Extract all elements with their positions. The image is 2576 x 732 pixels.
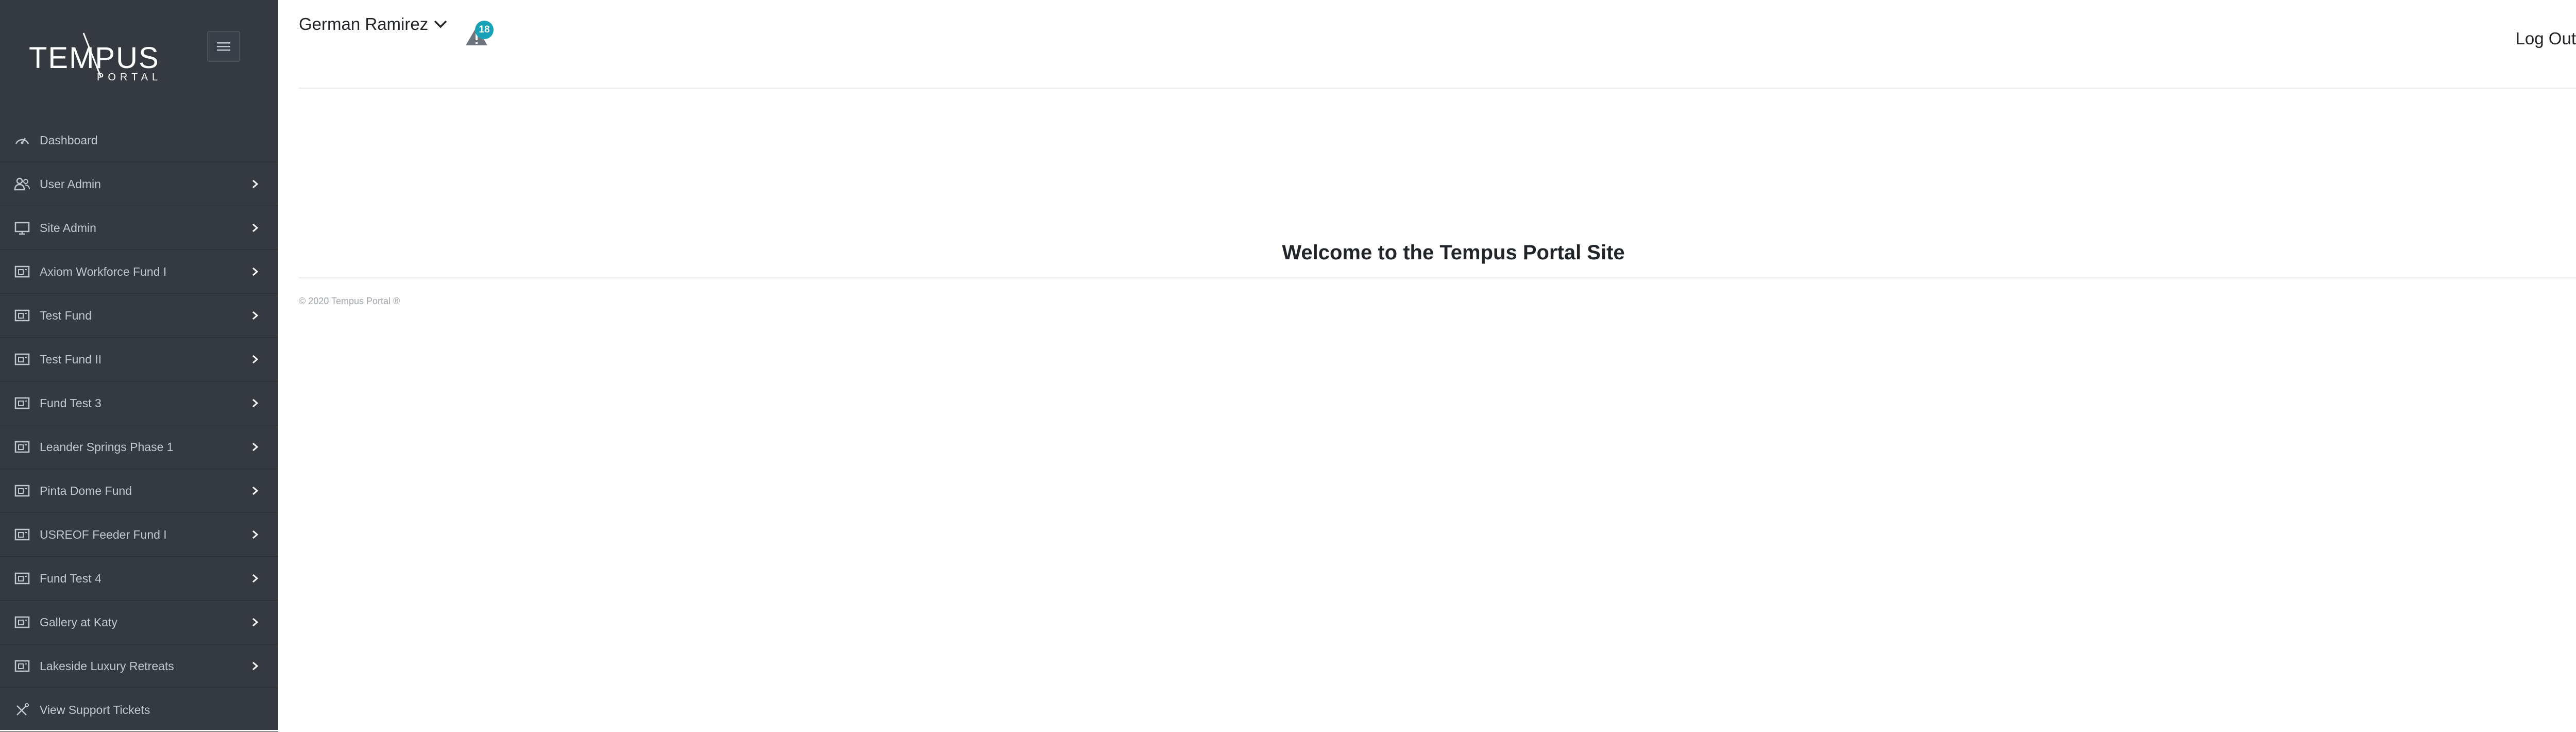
sidebar-nav: Dashboard User Admin Site Admin Axiom Workf… <box>0 119 278 732</box>
sidebar: TEMPUS PORTAL Dashboard User Admin Site Ad… <box>0 0 278 732</box>
svg-text:PORTAL: PORTAL <box>97 72 162 82</box>
sidebar-item-view-support-tickets[interactable]: View Support Tickets <box>0 688 278 732</box>
sidebar-item-lakeside-luxury-retreats[interactable]: Lakeside Luxury Retreats <box>0 644 278 688</box>
sidebar-item-fund-test-3[interactable]: Fund Test 3 <box>0 381 278 425</box>
sidebar-item-dashboard[interactable]: Dashboard <box>0 119 278 162</box>
sidebar-item-label: Fund Test 3 <box>40 396 101 410</box>
sidebar-item-label: USREOF Feeder Fund I <box>40 527 167 541</box>
chevron-right-icon <box>252 267 259 276</box>
logout-link[interactable]: Log Out <box>2516 29 2576 48</box>
chevron-right-icon <box>252 530 259 539</box>
fund-box-icon <box>14 616 30 628</box>
sidebar-item-label: Leander Springs Phase 1 <box>40 440 174 454</box>
monitor-icon <box>14 222 30 235</box>
sidebar-item-label: Fund Test 4 <box>40 571 101 585</box>
sidebar-item-leander-springs-phase-1[interactable]: Leander Springs Phase 1 <box>0 425 278 469</box>
fund-box-icon <box>14 353 30 365</box>
tempus-portal-logo[interactable]: TEMPUS PORTAL <box>29 31 168 82</box>
sidebar-item-test-fund[interactable]: Test Fund <box>0 294 278 338</box>
tools-icon <box>16 703 29 716</box>
sidebar-item-label: Dashboard <box>40 133 98 147</box>
fund-box-icon <box>14 485 30 497</box>
chevron-right-icon <box>252 311 259 320</box>
menu-toggle-button[interactable] <box>207 31 240 62</box>
sidebar-item-label: Axiom Workforce Fund I <box>40 264 167 278</box>
fund-box-icon <box>14 309 30 322</box>
welcome-heading: Welcome to the Tempus Portal Site <box>1282 241 1625 264</box>
chevron-right-icon <box>252 661 259 671</box>
footer-divider <box>299 277 2576 278</box>
users-icon <box>14 177 30 191</box>
fund-box-icon <box>14 572 30 585</box>
fund-box-icon <box>14 397 30 409</box>
svg-text:TEMPUS: TEMPUS <box>29 41 160 75</box>
sidebar-item-label: Site Admin <box>40 221 96 235</box>
fund-box-icon <box>14 528 30 541</box>
sidebar-item-pinta-dome-fund[interactable]: Pinta Dome Fund <box>0 469 278 513</box>
sidebar-item-test-fund-ii[interactable]: Test Fund II <box>0 338 278 381</box>
sidebar-item-label: Lakeside Luxury Retreats <box>40 659 174 673</box>
sidebar-item-user-admin[interactable]: User Admin <box>0 162 278 206</box>
user-menu[interactable]: German Ramirez <box>299 14 448 34</box>
chevron-right-icon <box>252 442 259 452</box>
sidebar-item-fund-test-4[interactable]: Fund Test 4 <box>0 557 278 601</box>
sidebar-item-label: Test Fund II <box>40 352 102 366</box>
chevron-right-icon <box>252 398 259 408</box>
chevron-down-icon <box>434 20 447 28</box>
sidebar-item-site-admin[interactable]: Site Admin <box>0 206 278 250</box>
footer-copyright: © 2020 Tempus Portal ® <box>299 296 400 306</box>
sidebar-item-gallery-at-katy[interactable]: Gallery at Katy <box>0 601 278 644</box>
header-divider <box>299 88 2576 89</box>
sidebar-item-label: Test Fund <box>40 308 92 322</box>
chevron-right-icon <box>252 179 259 189</box>
chevron-right-icon <box>252 574 259 583</box>
fund-box-icon <box>14 660 30 672</box>
speedometer-icon <box>15 138 29 144</box>
fund-box-icon <box>14 265 30 278</box>
sidebar-item-label: User Admin <box>40 177 101 191</box>
sidebar-item-label: View Support Tickets <box>40 703 150 717</box>
sidebar-item-axiom-workforce-fund-i[interactable]: Axiom Workforce Fund I <box>0 250 278 294</box>
chevron-right-icon <box>252 355 259 364</box>
sidebar-item-usreof-feeder-fund-i[interactable]: USREOF Feeder Fund I <box>0 513 278 557</box>
user-name: German Ramirez <box>299 14 429 34</box>
alert-count-badge: 18 <box>475 21 494 39</box>
fund-box-icon <box>14 441 30 453</box>
chevron-right-icon <box>252 618 259 627</box>
chevron-right-icon <box>252 223 259 232</box>
chevron-right-icon <box>252 486 259 495</box>
hamburger-icon <box>217 42 230 51</box>
sidebar-item-label: Pinta Dome Fund <box>40 484 132 497</box>
sidebar-item-label: Gallery at Katy <box>40 615 117 629</box>
logout-label: Log Out <box>2515 29 2576 48</box>
logo-graphic: TEMPUS PORTAL <box>29 32 162 82</box>
